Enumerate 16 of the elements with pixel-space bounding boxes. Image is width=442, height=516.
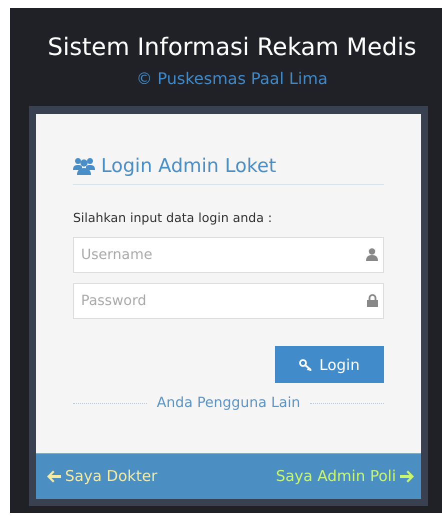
right-arrow-icon (400, 470, 414, 483)
form-heading: Login Admin Loket (101, 154, 276, 179)
app-subtitle: © Puskesmas Paal Lima (135, 68, 329, 90)
lock-icon (367, 294, 378, 308)
username-field[interactable]: Username (73, 237, 384, 274)
divider-label: Anda Pengguna Lain (156, 394, 300, 414)
user-icon (366, 248, 378, 262)
left-arrow-icon (47, 470, 61, 483)
app-title: Sistem Informasi Rekam Medis (46, 32, 418, 62)
users-icon (73, 157, 95, 176)
admin-poli-link[interactable]: Saya Admin Poli (276, 465, 414, 488)
login-button[interactable]: Login (275, 346, 384, 384)
doctor-link[interactable]: Saya Dokter (47, 465, 158, 488)
password-field[interactable]: Password (73, 283, 384, 320)
instruction-text: Silahkan input data login anda : (73, 208, 274, 227)
key-icon (299, 358, 314, 371)
